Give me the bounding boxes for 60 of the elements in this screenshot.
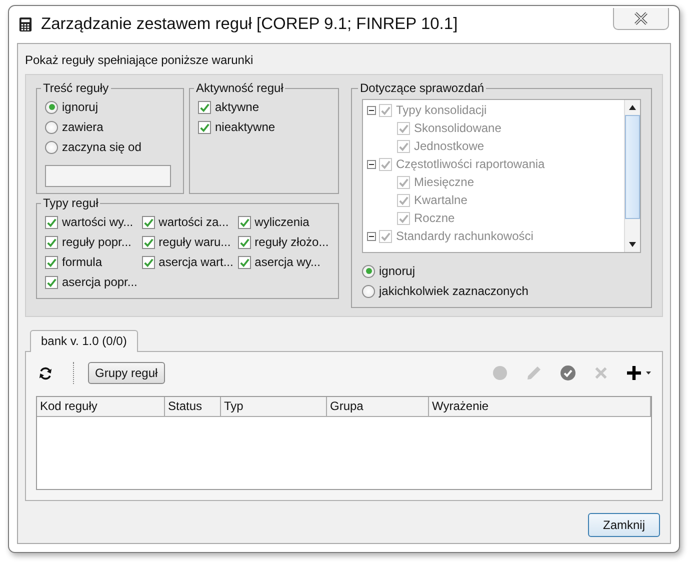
check-circle-icon[interactable] [560, 365, 576, 381]
checkbox-label: Standardy rachunkowości [396, 229, 534, 243]
checkbox-label: formula [62, 255, 102, 269]
checkbox-label: reguły waru... [158, 235, 231, 249]
checkbox-label: wartości za... [158, 215, 229, 229]
checkbox-label: wartości wy... [62, 215, 134, 229]
checkbox-label: Roczne [414, 211, 455, 225]
radio-button[interactable] [45, 120, 58, 134]
checkbox[interactable] [238, 256, 251, 268]
checkbox-label: reguły popr... [62, 235, 132, 249]
checkbox[interactable] [198, 120, 211, 134]
radio-label: zaczyna się od [62, 140, 142, 154]
checkbox[interactable] [142, 216, 155, 228]
checkbox-label: Miesięczne [414, 175, 474, 189]
checkbox-label: Jednostkowe [414, 139, 484, 153]
checkbox-label: nieaktywne [215, 120, 276, 134]
checkbox-label: Częstotliwości raportowania [396, 157, 545, 171]
add-icon[interactable] [626, 365, 652, 381]
checkbox[interactable] [45, 236, 58, 248]
column-header[interactable]: Wyrażenie [429, 397, 651, 416]
checkbox[interactable] [45, 276, 58, 288]
checkbox[interactable] [238, 216, 251, 228]
radio-label: zawiera [62, 120, 104, 134]
checkbox-label: Skonsolidowane [414, 121, 502, 135]
group-title: Aktywność reguł [195, 81, 284, 95]
checkbox[interactable] [238, 236, 251, 248]
group-title: Dotyczące sprawozdań [359, 81, 486, 95]
refresh-icon[interactable] [38, 366, 53, 380]
checkbox[interactable] [142, 236, 155, 248]
column-header[interactable]: Status [165, 397, 221, 416]
checkbox-label: asercja wy... [254, 255, 320, 269]
radio-label: ignoruj [62, 100, 98, 114]
checkbox-label: Kwartalne [414, 193, 468, 207]
tab[interactable]: bank v. 1.0 (0/0) [30, 330, 138, 352]
column-header[interactable]: Typ [221, 397, 327, 416]
checkbox-label: Typy konsolidacji [396, 103, 487, 117]
column-header[interactable]: Grupa [327, 397, 429, 416]
filter-heading: Pokaż reguły spełniające poniższe warunki [25, 52, 254, 69]
text-field[interactable] [45, 165, 171, 187]
radio-label: jakichkolwiek zaznaczonych [379, 284, 528, 298]
group-title: Treść reguły [42, 81, 110, 95]
rule-groups-button[interactable]: Grupy reguł [88, 362, 165, 384]
close-button[interactable]: Zamknij [588, 513, 660, 537]
checkbox[interactable] [45, 256, 58, 268]
calculator-icon [19, 17, 32, 32]
checkbox-label: aktywne [215, 100, 260, 114]
radio-button[interactable] [45, 140, 58, 154]
checkbox[interactable] [198, 100, 211, 114]
radio-label: ignoruj [379, 264, 416, 278]
radio-button[interactable] [45, 100, 58, 114]
column-header[interactable]: Kod reguły [37, 397, 165, 416]
checkbox-label: asercja wart... [158, 255, 234, 269]
checkbox-label: asercja popr... [62, 275, 138, 289]
checkbox[interactable] [142, 256, 155, 268]
window-title: Zarządzanie zestawem reguł [COREP 9.1; FINREP 10.1] [41, 15, 459, 34]
checkbox-label: wyliczenia [254, 215, 310, 229]
close-icon[interactable] [613, 8, 669, 30]
checkbox[interactable] [45, 216, 58, 228]
group-title: Typy reguł [42, 196, 100, 210]
checkbox-label: reguły złożo... [254, 235, 329, 249]
